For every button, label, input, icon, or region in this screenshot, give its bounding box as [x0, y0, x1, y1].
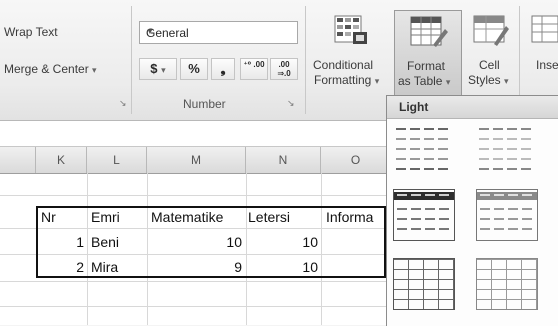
- cell-styles-button[interactable]: Cell Styles ▾: [464, 10, 516, 98]
- cell-k-row2[interactable]: 2: [40, 259, 84, 275]
- percent-button[interactable]: %: [180, 58, 208, 80]
- column-header-n[interactable]: N: [246, 147, 321, 173]
- cell-n-row1[interactable]: 10: [248, 234, 318, 250]
- format-as-table-icon: [410, 16, 448, 47]
- conditional-formatting-button[interactable]: Conditional Formatting ▾: [310, 10, 392, 98]
- cell-label-2: Styles ▾: [468, 73, 509, 87]
- insert-button[interactable]: Inse: [524, 10, 558, 98]
- table-style-swatch[interactable]: [476, 258, 538, 310]
- wrap-text-label: Wrap Text: [4, 25, 58, 39]
- cell-m-header[interactable]: Matematike: [151, 209, 223, 225]
- number-group-label: Number: [183, 97, 226, 111]
- cell-l-row1[interactable]: Beni: [91, 234, 119, 250]
- cell-n-header[interactable]: Letersi: [248, 209, 290, 225]
- cell-l-row2[interactable]: Mira: [91, 259, 118, 275]
- increase-decimal-icon: ⁺⁰ .00: [243, 60, 265, 69]
- column-header-m[interactable]: M: [147, 147, 246, 173]
- table-style-swatch[interactable]: [476, 189, 538, 241]
- cell-m-row2[interactable]: 9: [150, 259, 242, 275]
- currency-icon: $: [150, 61, 158, 76]
- dropdown-arrow-icon: ▼: [146, 27, 154, 36]
- cell-k-row1[interactable]: 1: [40, 234, 84, 250]
- gallery-section-header: Light: [387, 96, 558, 119]
- cell-l-header[interactable]: Emri: [91, 209, 120, 225]
- gridline: [0, 306, 386, 307]
- cell-o-header[interactable]: Informa: [326, 209, 384, 225]
- number-format-dropdown[interactable]: General ▼: [139, 21, 298, 44]
- group-separator: [305, 6, 306, 114]
- insert-cells-icon: [531, 15, 558, 43]
- insert-label: Inse: [536, 58, 558, 72]
- table-style-swatch[interactable]: [393, 189, 455, 241]
- table-style-swatch[interactable]: [393, 124, 455, 176]
- column-header-l[interactable]: L: [87, 147, 147, 173]
- format-as-table-button[interactable]: Format as Table ▾: [394, 10, 462, 98]
- cell-label-1: Cell: [479, 58, 500, 72]
- percent-icon: %: [188, 61, 200, 76]
- alignment-launcher-icon[interactable]: ↘: [119, 98, 127, 109]
- currency-arrow-icon: ▾: [161, 65, 166, 75]
- increase-decimal-button[interactable]: ⁺⁰ .00: [240, 58, 268, 80]
- merge-center-arrow-icon: ▾: [92, 65, 97, 75]
- column-header-k[interactable]: K: [36, 147, 87, 173]
- column-header-o[interactable]: O: [321, 147, 390, 173]
- gridline: [0, 281, 386, 282]
- format-label-1: Format: [407, 59, 446, 73]
- cell-n-row2[interactable]: 10: [248, 259, 318, 275]
- wrap-text-button[interactable]: Wrap Text: [4, 25, 58, 39]
- gallery-section-label: Light: [399, 100, 429, 114]
- comma-style-button[interactable]: ❟: [211, 58, 235, 80]
- column-header-blank: [0, 147, 36, 173]
- conditional-label-2: Formatting ▾: [314, 73, 380, 87]
- group-separator: [131, 6, 132, 114]
- currency-button[interactable]: $ ▾: [139, 58, 177, 80]
- merge-center-button[interactable]: Merge & Center ▾: [4, 62, 97, 76]
- table-style-swatch[interactable]: [476, 124, 538, 176]
- decrease-decimal-button[interactable]: .00 ⇒.0: [270, 58, 298, 80]
- gridline: [0, 195, 386, 196]
- cell-m-row1[interactable]: 10: [150, 234, 242, 250]
- comma-icon: ❟: [220, 61, 226, 76]
- conditional-formatting-icon: [334, 15, 367, 44]
- group-separator: [519, 6, 520, 96]
- number-launcher-icon[interactable]: ↘: [287, 98, 295, 109]
- format-label-2: as Table ▾: [398, 74, 451, 88]
- table-style-swatch[interactable]: [393, 258, 455, 310]
- cell-k-header[interactable]: Nr: [41, 209, 56, 225]
- cell-styles-icon: [473, 15, 509, 46]
- decrease-decimal-icon: .00 ⇒.0: [277, 60, 291, 78]
- conditional-label-1: Conditional: [313, 58, 374, 72]
- merge-center-label: Merge & Center: [4, 62, 89, 76]
